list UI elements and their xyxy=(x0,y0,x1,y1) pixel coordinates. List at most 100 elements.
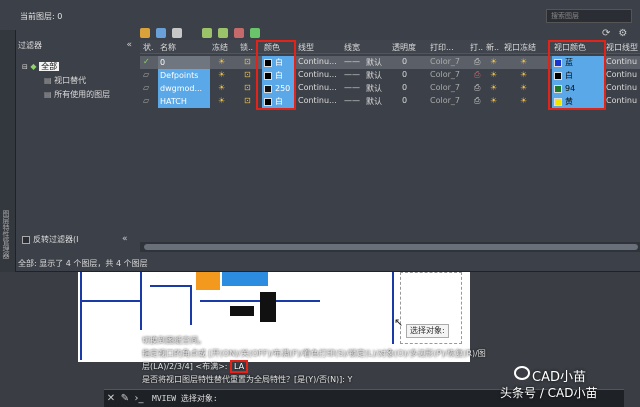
vp-freeze-sun-icon[interactable]: ☀ xyxy=(520,70,527,79)
layer-table: 状. 名称 冻结 锁.. 颜色 线型 线宽 透明度 打印... 打.. 新.. … xyxy=(140,40,640,242)
layer-linetype[interactable]: Continu... xyxy=(298,96,337,105)
column-header-transparency[interactable]: 透明度 xyxy=(392,42,416,53)
unlock-icon[interactable]: ⊡ xyxy=(244,96,251,105)
layer-transparency[interactable]: 0 xyxy=(402,83,407,92)
refresh-icon[interactable]: ⟳ xyxy=(602,28,610,39)
panel-side-label: 图层特性管理器 xyxy=(2,210,10,259)
column-header-lineweight[interactable]: 线宽 xyxy=(344,42,360,53)
column-header-new-vp-freeze[interactable]: 新.. xyxy=(486,42,499,53)
command-input[interactable]: MVIEW 选择对象: xyxy=(152,393,218,404)
sun-icon[interactable]: ☀ xyxy=(218,96,225,105)
layer-name[interactable]: HATCH xyxy=(158,95,210,108)
printer-icon[interactable]: ⎙ xyxy=(474,96,480,106)
vp-freeze-sun-icon[interactable]: ☀ xyxy=(520,96,527,105)
reverse-filter-label: 反转过滤器(I xyxy=(33,235,79,244)
layer-name[interactable]: Defpoints xyxy=(158,69,210,82)
vp-freeze-sun-icon[interactable]: ☀ xyxy=(520,57,527,66)
delete-layer-icon[interactable] xyxy=(234,28,244,38)
column-header-vp-freeze[interactable]: 视口冻结 xyxy=(504,42,536,53)
color-column-annotation xyxy=(256,40,296,110)
layer-lineweight[interactable]: 默认 xyxy=(366,96,382,107)
filter-collapse-button[interactable]: « xyxy=(126,40,132,50)
vp-linetype[interactable]: Continu xyxy=(606,83,637,92)
reverse-filter-checkbox[interactable] xyxy=(22,235,30,244)
panel-side-strip[interactable]: 图层特性管理器 xyxy=(0,30,16,272)
layer-status-icon: ▱ xyxy=(143,70,150,79)
vp-freeze-sun-icon[interactable]: ☀ xyxy=(520,83,527,92)
lineweight-dash: —— xyxy=(344,57,360,66)
layer-plot-style[interactable]: Color_7 xyxy=(430,96,460,105)
column-header-vp-linetype[interactable]: 视口线型 xyxy=(606,42,638,53)
layer-plot-style[interactable]: Color_7 xyxy=(430,70,460,79)
layer-states-icon[interactable] xyxy=(172,28,182,38)
set-current-icon[interactable] xyxy=(250,28,260,38)
vp-linetype[interactable]: Continu xyxy=(606,96,637,105)
column-header-name[interactable]: 名称 xyxy=(160,42,176,53)
new-property-filter-icon[interactable] xyxy=(140,28,150,38)
tree-collapse-icon[interactable]: ⊟ xyxy=(22,63,28,71)
tree-item-used-layers[interactable]: ▤ 所有使用的图层 xyxy=(22,88,110,102)
floorplan-wall xyxy=(80,270,82,360)
layer-lineweight[interactable]: 默认 xyxy=(366,70,382,81)
column-header-plot-style[interactable]: 打印... xyxy=(430,42,454,53)
vp-linetype[interactable]: Continu xyxy=(606,57,637,66)
column-header-freeze[interactable]: 冻结 xyxy=(212,42,228,53)
new-group-filter-icon[interactable] xyxy=(156,28,166,38)
settings-gear-icon[interactable]: ⚙ xyxy=(618,28,627,39)
new-vp-sun-icon[interactable]: ☀ xyxy=(490,57,497,66)
floorplan-wall xyxy=(140,270,142,330)
tree-item-viewport-override[interactable]: ▤ 视口替代 xyxy=(22,74,110,88)
current-layer-check-icon: ✓ xyxy=(143,57,150,66)
layer-plot-style[interactable]: Color_7 xyxy=(430,83,460,92)
column-header-status[interactable]: 状. xyxy=(143,42,154,53)
column-header-lock[interactable]: 锁.. xyxy=(240,42,253,53)
filter-tree: ⊟ ◆ 全部 ▤ 视口替代 ▤ 所有使用的图层 xyxy=(22,60,110,102)
wrench-icon[interactable]: ✎ xyxy=(118,393,132,404)
layer-name[interactable]: 0 xyxy=(158,56,210,69)
printer-icon[interactable]: ⎙ xyxy=(474,83,480,93)
new-vp-sun-icon[interactable]: ☀ xyxy=(490,70,497,79)
layer-linetype[interactable]: Continu... xyxy=(298,57,337,66)
sun-icon[interactable]: ☀ xyxy=(218,57,225,66)
layer-search-input[interactable]: 搜索图层 xyxy=(546,9,632,23)
column-header-plot[interactable]: 打.. xyxy=(470,42,483,53)
floorplan-wall xyxy=(150,285,190,287)
layer-plot-style[interactable]: Color_7 xyxy=(430,57,460,66)
right-tools: ⟳ ⚙ xyxy=(602,28,627,39)
printer-icon[interactable]: ⎙ xyxy=(474,57,480,67)
layer-name[interactable]: dwgmod... xyxy=(158,82,210,95)
sun-icon[interactable]: ☀ xyxy=(218,83,225,92)
scrollbar-thumb[interactable] xyxy=(144,244,638,250)
unlock-icon[interactable]: ⊡ xyxy=(244,57,251,66)
command-history: 切换到图纸空间。 指定视口的角点或 [开(ON)/关(OFF)/布满(F)/着色… xyxy=(142,334,486,386)
layer-linetype[interactable]: Continu... xyxy=(298,83,337,92)
unlock-icon[interactable]: ⊡ xyxy=(244,70,251,79)
column-header-linetype[interactable]: 线型 xyxy=(298,42,314,53)
filter-pane-collapse-button[interactable]: « xyxy=(122,234,128,244)
horizontal-scrollbar[interactable] xyxy=(140,242,640,252)
floorplan-fill-orange xyxy=(196,272,220,290)
tree-item-all[interactable]: ⊟ ◆ 全部 xyxy=(22,60,110,74)
filter-title: 过滤器 xyxy=(18,41,42,50)
layer-lineweight[interactable]: 默认 xyxy=(366,57,382,68)
layer-count-status: 全部: 显示了 4 个图层，共 4 个图层 xyxy=(18,259,148,268)
layer-lineweight[interactable]: 默认 xyxy=(366,83,382,94)
new-vp-sun-icon[interactable]: ☀ xyxy=(490,96,497,105)
new-layer-icon[interactable] xyxy=(202,28,212,38)
no-plot-icon[interactable]: ⎙ xyxy=(474,70,480,80)
layer-transparency[interactable]: 0 xyxy=(402,96,407,105)
layer-transparency[interactable]: 0 xyxy=(402,57,407,66)
command-line: 层(LA)/2/3/4] <布满>: LA xyxy=(142,360,442,373)
new-layer-vp-frozen-icon[interactable] xyxy=(218,28,228,38)
la-input-highlight: LA xyxy=(230,360,249,373)
new-vp-sun-icon[interactable]: ☀ xyxy=(490,83,497,92)
command-line: 指定视口的角点或 [开(ON)/关(OFF)/布满(F)/着色打印(S)/锁定(… xyxy=(142,349,486,358)
sun-icon[interactable]: ☀ xyxy=(218,70,225,79)
reverse-filter[interactable]: 反转过滤器(I xyxy=(22,234,78,245)
vp-linetype[interactable]: Continu xyxy=(606,70,637,79)
layer-linetype[interactable]: Continu... xyxy=(298,70,337,79)
watermark-logo-icon xyxy=(514,366,530,380)
unlock-icon[interactable]: ⊡ xyxy=(244,83,251,92)
close-icon[interactable]: ✕ xyxy=(104,393,118,404)
layer-transparency[interactable]: 0 xyxy=(402,70,407,79)
